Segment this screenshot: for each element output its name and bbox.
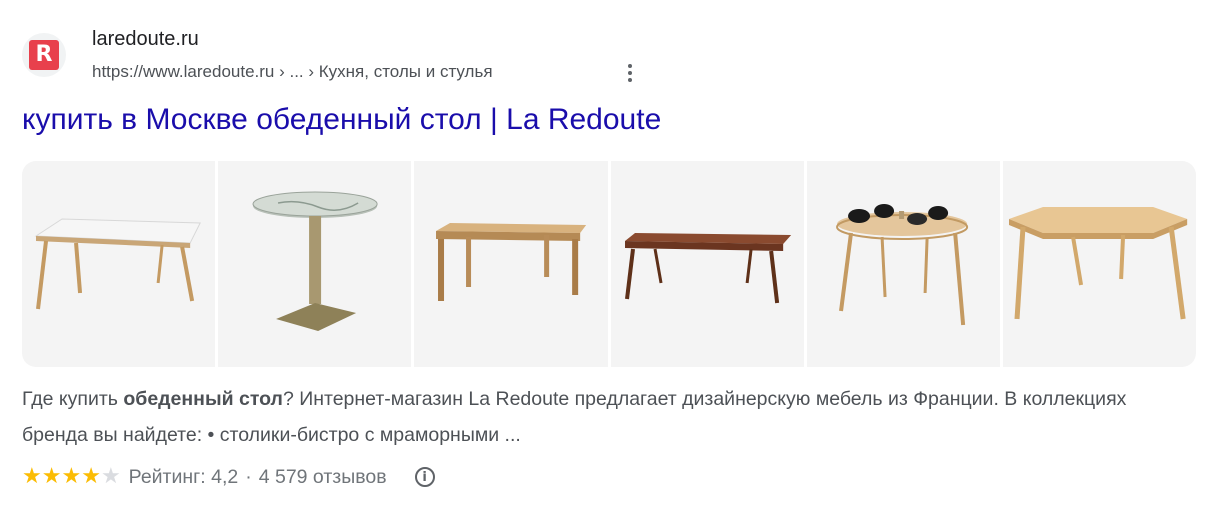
star-empty-icon: ★	[100, 464, 121, 489]
breadcrumb-url[interactable]: https://www.laredoute.ru › ... › Кухня, …	[92, 62, 493, 82]
la-redoute-logo: R	[29, 40, 59, 70]
rating-label: Рейтинг: 4,2	[128, 465, 239, 488]
star-filled-icon: ★	[81, 464, 101, 489]
result-snippet: Где купить обеденный стол? Интернет-мага…	[22, 381, 1182, 453]
rating-stars: ★ ★ ★ ★ ★	[22, 466, 121, 488]
round-table-with-bowls-image[interactable]	[806, 161, 1000, 367]
snippet-text-1: Где купить	[22, 388, 124, 410]
oak-rectangular-table-image[interactable]	[414, 161, 608, 367]
site-favicon[interactable]: R	[22, 33, 66, 77]
white-top-oak-leg-table-image[interactable]	[22, 161, 216, 367]
rating-row: ★ ★ ★ ★ ★ Рейтинг: 4,2 · 4 579 отзывов i	[22, 459, 435, 495]
site-name[interactable]: laredoute.ru	[92, 28, 199, 51]
walnut-long-table-image[interactable]	[610, 161, 804, 367]
result-title-link[interactable]: купить в Москве обеденный стол | La Redo…	[22, 103, 661, 137]
favicon-letter: R	[35, 42, 53, 67]
rating-separator: ·	[245, 465, 252, 488]
three-dots-vertical-icon[interactable]	[622, 62, 638, 84]
star-filled-icon: ★	[22, 464, 42, 489]
star-filled-icon: ★	[41, 464, 62, 489]
image-gallery	[22, 161, 1196, 367]
info-icon[interactable]: i	[414, 467, 435, 487]
star-filled-icon: ★	[61, 464, 82, 489]
oak-hexagonal-table-image[interactable]	[1002, 161, 1196, 367]
marble-bistro-table-image[interactable]	[218, 161, 412, 367]
review-count: 4 579 отзывов	[258, 465, 387, 488]
snippet-bold: обеденный стол	[123, 388, 283, 410]
